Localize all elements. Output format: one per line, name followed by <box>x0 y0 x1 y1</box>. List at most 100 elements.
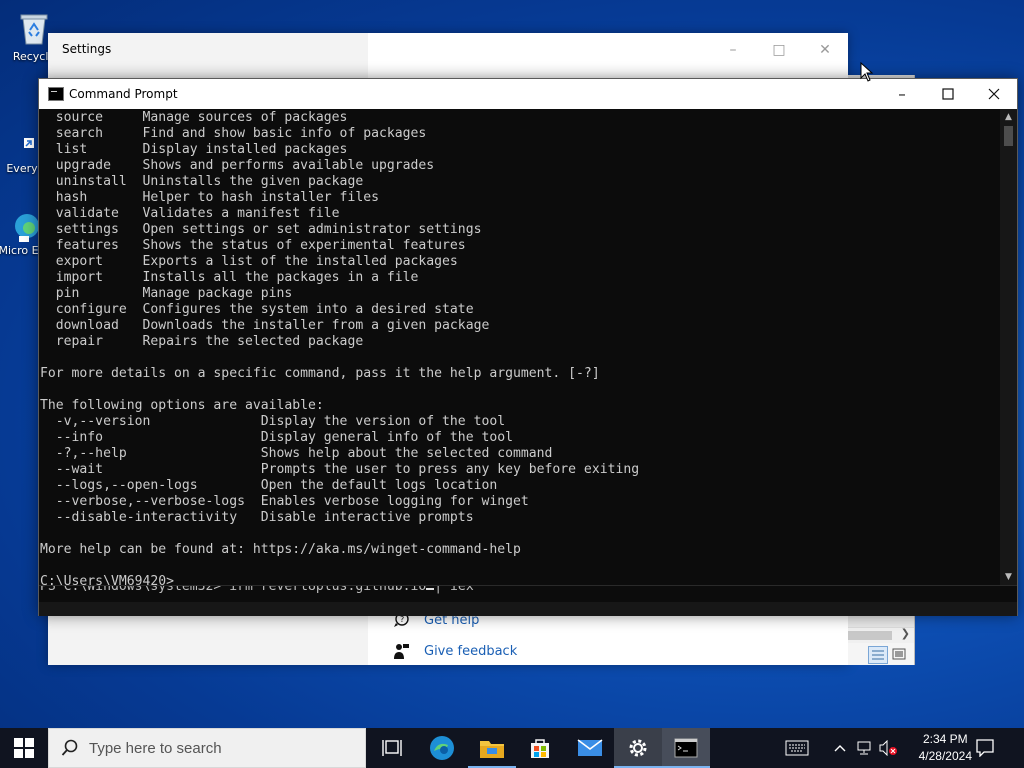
console-line: repair Repairs the selected package <box>40 334 364 349</box>
volume-button[interactable] <box>876 728 900 768</box>
console-line: configure Configures the system into a d… <box>40 302 474 317</box>
search-placeholder: Type here to search <box>89 739 222 757</box>
console-line: search Find and show basic info of packa… <box>40 126 427 141</box>
cmd-minimize-button[interactable]: – <box>879 79 925 109</box>
edge-app-icon <box>5 208 39 242</box>
console-line: export Exports a list of the installed p… <box>40 254 458 269</box>
console-line: --wait Prompts the user to press any key… <box>40 462 640 477</box>
details-view-button[interactable] <box>868 646 888 664</box>
taskbar-command-prompt-button[interactable] <box>662 728 710 768</box>
chevron-up-icon <box>834 745 846 752</box>
start-button[interactable] <box>0 728 48 768</box>
cmd-app-icon <box>48 87 64 101</box>
powershell-overlap-line: PS C:\Windows\system32> irm revert8plus.… <box>39 585 1017 616</box>
settings-maximize-button[interactable]: □ <box>756 33 802 67</box>
console-line: More help can be found at: https://aka.m… <box>40 542 521 557</box>
settings-window-title: Settings <box>62 42 112 56</box>
taskbar-store-button[interactable] <box>516 728 564 768</box>
scroll-down-arrow-icon[interactable]: ▼ <box>1000 569 1017 585</box>
console-line: pin Manage package pins <box>40 286 293 301</box>
show-hidden-icons-button[interactable] <box>830 728 850 768</box>
notification-icon <box>976 739 994 757</box>
console-line: validate Validates a manifest file <box>40 206 340 221</box>
svg-text:?: ? <box>400 615 404 624</box>
maximize-icon <box>942 88 954 100</box>
taskbar-edge-button[interactable] <box>418 728 466 768</box>
file-explorer-icon <box>480 741 504 758</box>
network-status-button[interactable] <box>853 728 875 768</box>
console-output-area[interactable]: source Manage sources of packages search… <box>39 109 999 585</box>
console-output-text: source Manage sources of packages search… <box>39 109 999 585</box>
keyboard-icon <box>785 740 809 756</box>
command-prompt-window[interactable]: Command Prompt – source Manage sources o… <box>38 78 1018 616</box>
console-line: features Shows the status of experimenta… <box>40 238 466 253</box>
console-line: -v,--version Display the version of the … <box>40 414 506 429</box>
microsoft-store-icon <box>531 739 549 758</box>
console-line: --verbose,--verbose-logs Enables verbose… <box>40 494 529 509</box>
taskbar-file-explorer-button[interactable] <box>468 728 516 768</box>
cmd-vertical-scrollbar[interactable]: ▲ ▼ <box>1000 109 1017 585</box>
feedback-icon <box>392 642 410 660</box>
cmd-scroll-thumb[interactable] <box>1004 126 1013 146</box>
minimize-icon: – <box>898 85 906 103</box>
mail-icon <box>577 739 603 756</box>
console-line: --info Display general info of the tool <box>40 430 513 445</box>
task-view-icon <box>382 740 402 756</box>
taskbar-clock[interactable]: 2:34 PM 4/28/2024 <box>919 731 972 765</box>
large-icons-view-button[interactable] <box>890 646 908 662</box>
ps-command-suffix: | iex <box>434 585 474 594</box>
give-feedback-link[interactable]: Give feedback <box>392 642 517 660</box>
microsoft-edge-icon <box>430 736 454 760</box>
scroll-up-arrow-icon[interactable]: ▲ <box>1000 109 1017 125</box>
console-line: import Installs all the packages in a fi… <box>40 270 419 285</box>
taskbar-settings-button[interactable] <box>614 728 662 768</box>
console-line: download Downloads the installer from a … <box>40 318 490 333</box>
console-line: source Manage sources of packages <box>40 110 348 125</box>
settings-title-bar[interactable]: Settings – □ ✕ <box>48 33 848 67</box>
give-feedback-label: Give feedback <box>424 643 518 659</box>
everything-app-icon <box>10 136 34 160</box>
close-icon <box>988 88 1000 100</box>
taskbar: Type here to search 2:34 PM 4/28/2024 <box>0 728 1024 768</box>
virtual-keyboard-button[interactable] <box>780 728 814 768</box>
task-view-button[interactable] <box>368 728 416 768</box>
console-line: --disable-interactivity Disable interact… <box>40 510 474 525</box>
cmd-window-title: Command Prompt <box>69 87 178 101</box>
search-icon <box>61 739 78 756</box>
console-line: --logs,--open-logs Open the default logs… <box>40 478 498 493</box>
console-line: settings Open settings or set administra… <box>40 222 482 237</box>
console-line: hash Helper to hash installer files <box>40 190 379 205</box>
windows-logo-icon <box>14 738 34 758</box>
close-icon: ✕ <box>819 42 831 58</box>
console-line: For more details on a specific command, … <box>40 366 600 381</box>
taskbar-search-box[interactable]: Type here to search <box>48 728 366 768</box>
settings-minimize-button[interactable]: – <box>710 33 756 67</box>
cmd-close-button[interactable] <box>971 79 1017 109</box>
action-center-button[interactable] <box>968 728 1002 768</box>
cmd-maximize-button[interactable] <box>925 79 971 109</box>
maximize-icon: □ <box>772 42 786 58</box>
minimize-icon: – <box>729 42 737 58</box>
scroll-right-arrow-icon[interactable]: ❯ <box>901 627 910 640</box>
console-line: uninstall Uninstalls the given package <box>40 174 364 189</box>
cmd-horizontal-scrollbar[interactable] <box>39 602 1017 616</box>
details-view-icon <box>872 650 884 660</box>
clock-date: 4/28/2024 <box>918 749 972 763</box>
cmd-title-bar[interactable]: Command Prompt – <box>39 79 1017 109</box>
console-line: list Display installed packages <box>40 142 348 157</box>
console-line: The following options are available: <box>40 398 324 413</box>
settings-close-button[interactable]: ✕ <box>802 33 848 67</box>
network-icon <box>857 741 871 755</box>
mouse-pointer-icon <box>860 62 874 82</box>
taskbar-mail-button[interactable] <box>566 728 614 768</box>
console-line: -?,--help Shows help about the selected … <box>40 446 553 461</box>
desktop-icon-label: Every <box>6 162 38 175</box>
console-line: C:\Users\VM69420> <box>40 574 175 585</box>
clock-time: 2:34 PM <box>922 732 968 746</box>
volume-muted-icon <box>879 740 897 756</box>
console-line: upgrade Shows and performs available upg… <box>40 158 435 173</box>
ps-command-text: PS C:\Windows\system32> irm revert8plus.… <box>40 585 427 594</box>
explorer-scroll-thumb[interactable] <box>848 631 892 640</box>
gear-icon <box>629 739 647 757</box>
command-prompt-icon <box>674 738 698 758</box>
